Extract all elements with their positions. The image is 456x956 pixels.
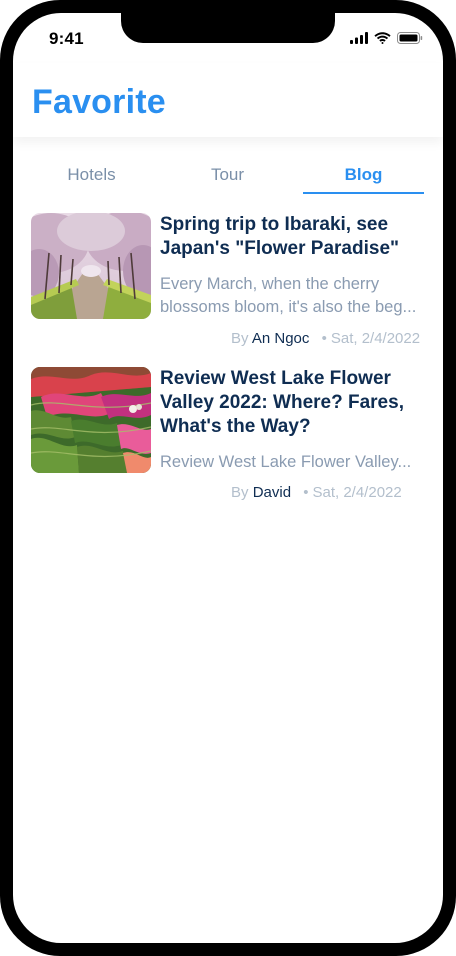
blog-post-card[interactable]: Review West Lake Flower Valley 2022: Whe… bbox=[31, 367, 427, 507]
status-time: 9:41 bbox=[49, 29, 84, 48]
tab-hotels[interactable]: Hotels bbox=[31, 159, 152, 195]
post-excerpt: Every March, when the cherry blossoms bl… bbox=[160, 275, 417, 316]
post-meta: By David • Sat, 2/4/2022 bbox=[231, 484, 402, 501]
tab-bar: Hotels Tour Blog bbox=[13, 159, 443, 195]
post-thumbnail-flower-valley[interactable] bbox=[31, 367, 151, 473]
notch bbox=[121, 13, 335, 43]
by-label: By bbox=[231, 484, 249, 501]
post-meta: By An Ngoc • Sat, 2/4/2022 bbox=[231, 330, 420, 347]
post-title[interactable]: Review West Lake Flower Valley 2022: Whe… bbox=[160, 367, 430, 439]
by-label: By bbox=[231, 330, 249, 347]
page-title: Favorite bbox=[32, 83, 166, 121]
battery-icon bbox=[397, 32, 423, 44]
header: Favorite bbox=[13, 63, 443, 137]
screen: 9:41 Favorite Hotels Tour Blog Spring tr… bbox=[13, 13, 443, 943]
blog-post-card[interactable]: Spring trip to Ibaraki, see Japan's "Flo… bbox=[31, 213, 427, 353]
post-date: Sat, 2/4/2022 bbox=[312, 484, 402, 501]
cellular-signal-icon bbox=[350, 32, 368, 44]
separator-dot: • bbox=[321, 330, 327, 347]
post-thumbnail-cherry-blossom[interactable] bbox=[31, 213, 151, 319]
author-name[interactable]: David bbox=[253, 484, 291, 501]
post-title[interactable]: Spring trip to Ibaraki, see Japan's "Flo… bbox=[160, 213, 430, 261]
author-name[interactable]: An Ngoc bbox=[252, 330, 310, 347]
post-date: Sat, 2/4/2022 bbox=[330, 330, 421, 347]
status-icons bbox=[350, 32, 423, 44]
cherry-blossom-image bbox=[31, 213, 151, 319]
tab-tour[interactable]: Tour bbox=[167, 159, 288, 195]
wifi-icon bbox=[374, 32, 391, 44]
active-tab-indicator bbox=[303, 192, 424, 194]
flower-valley-image bbox=[31, 367, 151, 473]
separator-dot: • bbox=[303, 484, 309, 501]
post-excerpt: Review West Lake Flower Valley... bbox=[160, 453, 412, 471]
phone-frame: 9:41 Favorite Hotels Tour Blog Spring tr… bbox=[0, 0, 456, 956]
tab-blog[interactable]: Blog bbox=[303, 159, 424, 195]
